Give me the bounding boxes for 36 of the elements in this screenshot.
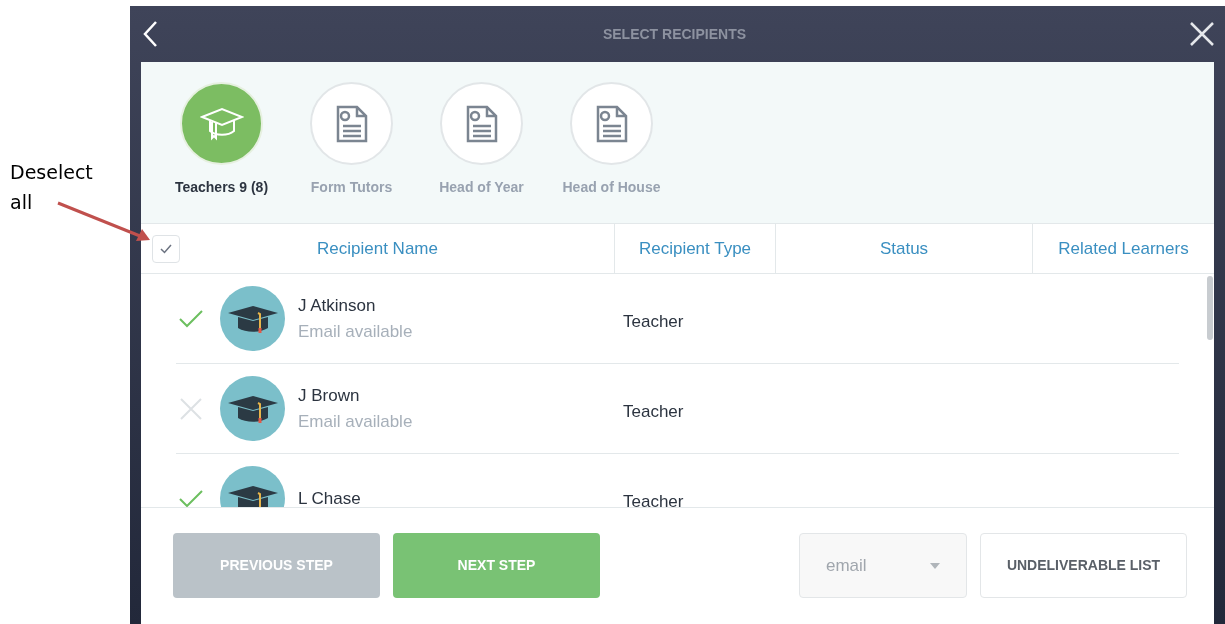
column-header: Recipient Type [638,237,752,260]
recipient-name: J Brown [298,385,361,407]
check-icon [160,244,172,254]
column-header: Recipient Name [317,237,438,260]
back-icon [142,20,158,48]
group-tab[interactable]: Head of Year [423,82,540,223]
select-all-checkbox[interactable] [152,235,180,263]
document-icon [334,103,369,144]
window-title: SELECT RECIPIENTS [602,24,747,44]
recipient-type: Teacher [622,310,685,333]
group-tab[interactable]: Head of House [553,82,670,223]
column-header: Related Learners [1058,237,1189,260]
previous-step-button[interactable]: PREVIOUS STEP [173,533,380,598]
recipient-type: Teacher [622,490,685,507]
group-tab[interactable]: Form Tutors [293,82,410,223]
document-icon [594,103,629,144]
column-header: Status [879,237,929,260]
next-step-button[interactable]: NEXT STEP [393,533,600,598]
graduation-cap-icon [199,106,244,141]
avatar-icon [220,376,285,441]
group-tab[interactable]: Teachers 9 (8) [163,82,280,223]
scrollbar-thumb[interactable] [1207,276,1213,340]
email-status: Email available [298,320,413,343]
annotation-text: Deselect all [10,160,94,215]
document-icon [464,103,499,144]
recipient-name: J Atkinson [298,295,377,317]
recipient-type: Teacher [622,400,685,423]
check-icon[interactable] [176,488,206,507]
email-status: Email available [298,410,413,433]
caret-icon [930,562,940,569]
channel-dropdown[interactable]: email [799,533,967,598]
recipient-name: L Chase [298,487,361,507]
avatar-icon [220,286,285,351]
undeliverable-list-button[interactable]: UNDELIVERABLE LIST [980,533,1187,598]
close-icon [1189,21,1215,47]
check-icon[interactable] [176,308,206,329]
